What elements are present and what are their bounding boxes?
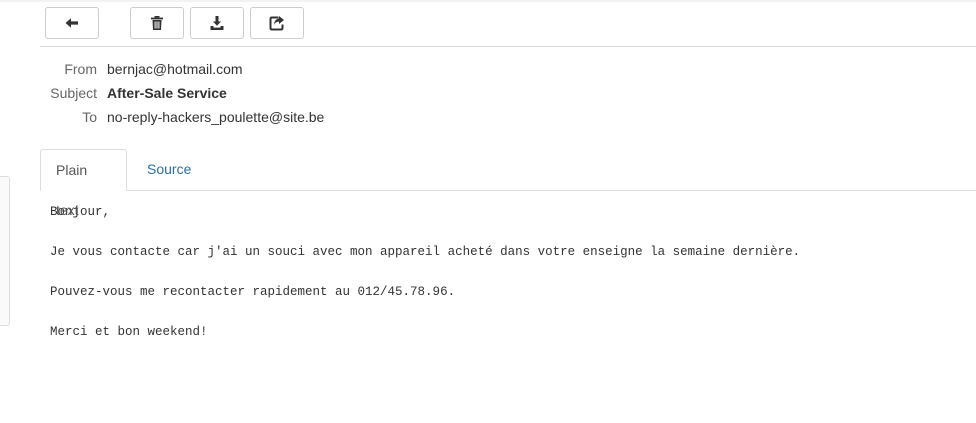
tab-source[interactable]: Source (132, 149, 206, 191)
delete-button[interactable] (130, 7, 184, 39)
message-line: Bonjour, (50, 205, 111, 219)
message-body: Bonjour, Je vous contacte car j'ai un sou… (50, 202, 950, 342)
message-line: Merci et bon weekend! (50, 325, 208, 339)
back-button[interactable] (45, 7, 99, 39)
toolbar-divider (40, 46, 976, 47)
arrow-left-icon (65, 18, 78, 28)
trash-icon (151, 16, 163, 30)
download-icon (210, 16, 224, 30)
share-button[interactable] (250, 7, 304, 39)
top-divider (0, 0, 976, 2)
subject-label: Subject (50, 85, 97, 101)
message-line (50, 302, 950, 322)
download-button[interactable] (190, 7, 244, 39)
message-line: Pouvez-vous me recontacter rapidement au… (50, 285, 456, 299)
from-value: bernjac@hotmail.com (107, 61, 243, 77)
view-tabs: Plain text Source (40, 149, 976, 218)
to-label: To (82, 109, 97, 125)
from-label: From (64, 61, 97, 77)
message-line: Je vous contacte car j'ai un souci avec … (50, 245, 801, 259)
message-line (50, 262, 950, 282)
tab-plain-text[interactable]: Plain text (40, 149, 127, 218)
subject-value: After-Sale Service (107, 85, 227, 101)
to-value: no-reply-hackers_poulette@site.be (107, 109, 325, 125)
share-icon (269, 16, 284, 31)
message-line (50, 222, 950, 242)
side-panel-edge (0, 176, 10, 326)
